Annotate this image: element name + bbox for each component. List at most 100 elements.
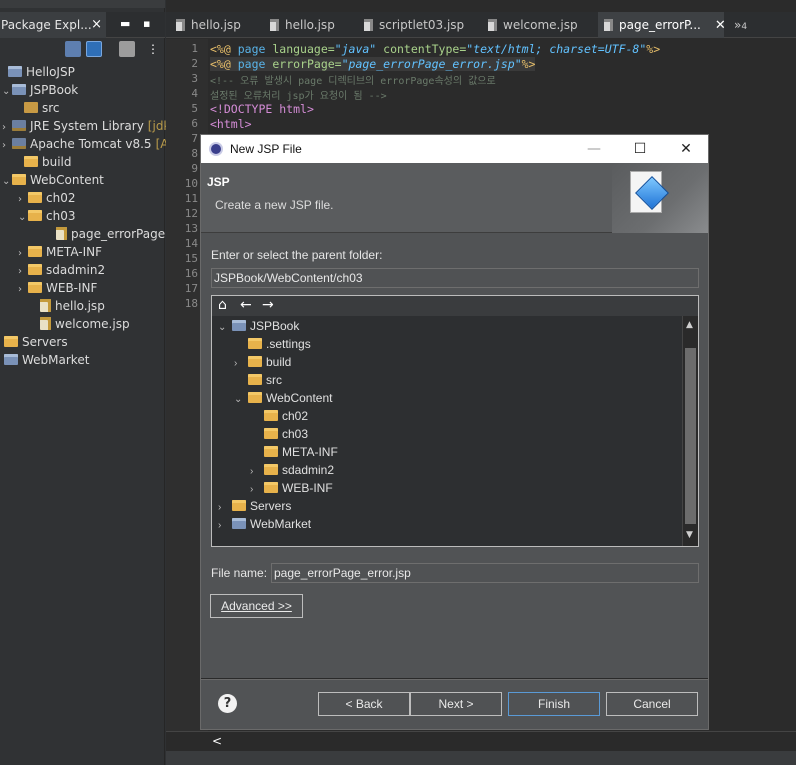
explorer-tree-item[interactable]: › JRE System Library [jdk1 [2,117,178,135]
folder-tree-item[interactable]: ⌄ WebContent [234,389,333,407]
explorer-tree-item[interactable]: ⌄ ch03 [18,207,75,225]
wizard-title: JSP [207,175,230,189]
file-name-label: File name: [211,566,268,580]
code-line-5[interactable]: <!DOCTYPE html> [210,102,314,116]
parent-folder-input[interactable]: JSPBook/WebContent/ch03 [211,268,699,288]
more-tabs-button[interactable]: »4 [728,12,758,38]
code-line-4[interactable]: 설정된 오류처리 jsp가 요청이 됨 --> [210,87,387,102]
explorer-tree-item[interactable]: › sdadmin2 [18,261,105,279]
attribute-value: "page_errorPage_error.jsp" [341,57,522,71]
explorer-tree-item[interactable]: welcome.jsp [30,315,130,333]
chevron-icon[interactable]: ⌄ [234,391,248,409]
horizontal-scrollbar[interactable]: < [166,731,796,751]
next-button[interactable]: Next > [410,692,502,716]
tree-item-label: ch02 [46,191,76,205]
maximize-button[interactable]: ☐ [617,135,663,163]
directive-close: %> [521,57,536,71]
eclipse-icon [209,142,223,156]
close-icon[interactable]: ✕ [715,18,726,33]
tab-package-explorer[interactable]: Package Expl... × [0,12,106,38]
collapse-all-icon[interactable] [65,41,81,57]
explorer-tree-item[interactable]: hello.jsp [30,297,105,315]
jsp-file-icon [488,19,497,31]
tree-item-label: HelloJSP [26,65,75,79]
scrollbar-thumb[interactable] [685,348,696,524]
minimize-button[interactable]: — [571,135,617,163]
scroll-up-icon[interactable]: ▲ [686,320,693,330]
explorer-tree-item[interactable]: HelloJSP [0,63,75,81]
chevron-icon[interactable]: ⌄ [2,83,12,101]
scroll-down-icon[interactable]: ▼ [686,530,693,540]
scroll-left-icon[interactable]: < [212,734,222,748]
tab-scriptlet03-jsp[interactable]: scriptlet03.jsp [358,12,478,38]
tab-welcome-jsp[interactable]: welcome.jsp [482,12,596,38]
explorer-tree-item[interactable]: build [14,153,72,171]
code-line-6[interactable]: <html> [210,117,252,131]
help-icon[interactable]: ? [218,694,237,713]
chevron-icon[interactable]: ⌄ [18,209,28,227]
explorer-tree-item[interactable]: › ch02 [18,189,75,207]
chevron-icon[interactable]: › [218,517,232,535]
back-button[interactable]: < Back [318,692,410,716]
explorer-tree-item[interactable]: src [14,99,60,117]
folder-icon [28,264,42,275]
maximize-icon[interactable]: ▪ [143,17,150,30]
folder-tree-item[interactable]: .settings [234,335,311,353]
explorer-tree-item[interactable]: › META-INF [18,243,102,261]
folder-tree-item[interactable]: › build [234,353,291,371]
folder-tree-label: WebMarket [250,517,312,531]
explorer-tree-item[interactable]: WebMarket [0,351,89,369]
folder-tree-item[interactable]: › WebMarket [218,515,311,533]
explorer-tree-item[interactable]: ⌄ JSPBook [2,81,78,99]
minimize-icon[interactable]: ▬ [120,17,130,30]
new-jsp-file-dialog: New JSP File — ☐ ✕ JSP Create a new JSP … [200,134,709,730]
folder-tree-item[interactable]: › Servers [218,497,291,515]
explorer-tree-item[interactable]: › WEB-INF [18,279,97,297]
explorer-tree-item[interactable]: Servers [0,333,68,351]
tree-item-label: hello.jsp [55,299,105,313]
folder-tree-label: .settings [266,337,311,351]
back-arrow-icon[interactable]: ← [240,297,252,313]
tree-item-label: build [42,155,72,169]
explorer-tree-item[interactable]: ⌄ WebContent [2,171,104,189]
folder-tree-item[interactable]: ch02 [250,407,308,425]
tab-hello-jsp-2[interactable]: hello.jsp [264,12,356,38]
code-line-3[interactable]: <!-- 오류 발생시 page 디렉티브의 errorPage속성의 값으로 [210,72,496,87]
finish-button[interactable]: Finish [508,692,600,716]
chevron-icon[interactable]: ⌄ [218,319,232,337]
jsp-file-icon [364,19,373,31]
folder-tree[interactable]: ⌂ ← → ⌄ JSPBook .settings › build src ⌄ WebCont… [211,295,699,547]
folder-tree-item[interactable]: › WEB-INF [250,479,333,497]
tab-page-errorpage-jsp[interactable]: page_errorP... ✕ [598,12,726,38]
advanced-button[interactable]: Advanced >> [210,594,303,618]
filter-icon[interactable] [119,41,135,57]
chevron-icon[interactable]: › [2,137,12,155]
tree-item-label: welcome.jsp [55,317,130,331]
folder-icon [232,500,246,511]
tree-item-label: META-INF [46,245,103,259]
code-line-1[interactable]: <%@ page language="java" contentType="te… [210,42,660,56]
explorer-tree-item[interactable]: › Apache Tomcat v8.5 [A [2,135,168,153]
cancel-button[interactable]: Cancel [606,692,698,716]
link-with-editor-icon[interactable] [86,41,102,57]
folder-tree-item[interactable]: src [234,371,282,389]
chevron-icon[interactable]: ⌄ [2,173,12,191]
dialog-titlebar[interactable]: New JSP File — ☐ ✕ [201,135,708,163]
directive-open: <%@ [210,57,231,71]
forward-arrow-icon[interactable]: → [262,297,274,313]
more-tabs-count: 4 [741,22,748,32]
folder-tree-item[interactable]: META-INF [250,443,338,461]
chevron-icon[interactable]: › [18,281,28,299]
jsp-file-icon [176,19,185,31]
folder-tree-item[interactable]: ch03 [250,425,308,443]
tab-hello-jsp-1[interactable]: hello.jsp [170,12,262,38]
file-name-input[interactable]: page_errorPage_error.jsp [271,563,699,583]
home-icon[interactable]: ⌂ [218,297,227,313]
folder-tree-item[interactable]: ⌄ JSPBook [218,317,299,335]
close-icon[interactable]: × [91,17,102,32]
view-menu-icon[interactable]: ⋮ [145,41,161,57]
code-line-2[interactable]: <%@ page errorPage="page_errorPage_error… [210,57,536,71]
close-button[interactable]: ✕ [663,135,709,163]
folder-tree-item[interactable]: › sdadmin2 [250,461,334,479]
vertical-scrollbar[interactable]: ▲ ▼ [682,316,698,546]
